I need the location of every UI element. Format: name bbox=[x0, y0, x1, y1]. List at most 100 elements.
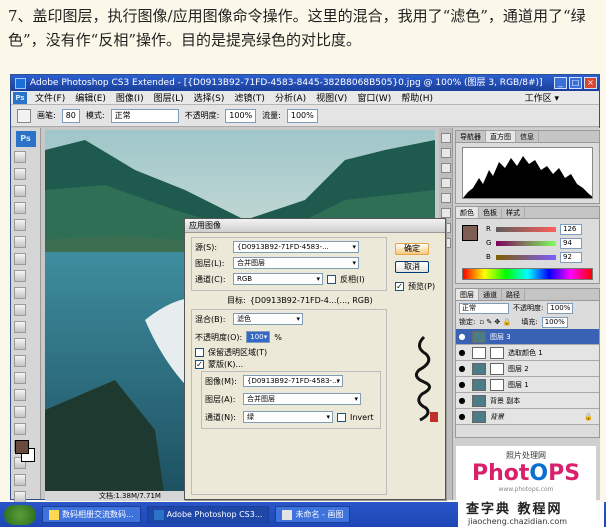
tab-info[interactable]: 信息 bbox=[516, 131, 539, 142]
tab-swatches[interactable]: 色板 bbox=[479, 207, 502, 218]
photoshop-icon bbox=[153, 509, 164, 520]
mask-invert-checkbox[interactable] bbox=[337, 412, 346, 422]
path-select-icon[interactable] bbox=[14, 423, 26, 435]
mask-image-select[interactable]: {D0913B92-71FD-4583-... bbox=[243, 375, 343, 387]
tab-color[interactable]: 颜色 bbox=[456, 207, 479, 218]
lasso-tool-icon[interactable] bbox=[14, 185, 26, 197]
layer-row[interactable]: ● 选取颜色 1 bbox=[456, 345, 599, 361]
stamp-tool-icon[interactable] bbox=[14, 287, 26, 299]
magic-wand-icon[interactable] bbox=[14, 202, 26, 214]
tab-navigator[interactable]: 导航器 bbox=[456, 131, 486, 142]
r-value[interactable]: 126 bbox=[560, 223, 582, 235]
eye-icon[interactable]: ● bbox=[456, 380, 468, 389]
taskbar-item[interactable]: 数码相册交流数码... bbox=[42, 506, 141, 523]
pen-tool-icon[interactable] bbox=[14, 389, 26, 401]
maximize-button[interactable]: □ bbox=[569, 77, 582, 89]
layer-comps-icon[interactable] bbox=[441, 178, 451, 188]
ok-button[interactable]: 确定 bbox=[395, 243, 429, 255]
dodge-tool-icon[interactable] bbox=[14, 372, 26, 384]
blend-mode-select[interactable]: 正常 bbox=[459, 302, 509, 314]
tab-histogram[interactable]: 直方图 bbox=[486, 131, 516, 142]
color-spectrum[interactable] bbox=[462, 268, 593, 280]
opacity-field[interactable]: 100% bbox=[225, 108, 257, 123]
menu-help[interactable]: 帮助(H) bbox=[396, 91, 438, 104]
layer-opacity-field[interactable]: 100% bbox=[547, 302, 574, 314]
brush-tool-icon[interactable] bbox=[14, 270, 26, 282]
character-panel-icon[interactable] bbox=[441, 208, 451, 218]
invert-checkbox[interactable] bbox=[327, 274, 336, 284]
r-slider[interactable] bbox=[496, 226, 556, 232]
eye-icon[interactable]: ● bbox=[456, 332, 468, 341]
layer-mask-thumbnail bbox=[490, 378, 504, 391]
layer-row[interactable]: ● 背景 🔒 bbox=[456, 409, 599, 425]
foreground-color-swatch[interactable] bbox=[15, 440, 29, 454]
preview-checkbox[interactable]: ✓ bbox=[395, 282, 404, 291]
marquee-tool-icon[interactable] bbox=[14, 168, 26, 180]
g-slider[interactable] bbox=[496, 240, 556, 246]
slice-tool-icon[interactable] bbox=[14, 236, 26, 248]
brush-size[interactable]: 80 bbox=[61, 108, 80, 123]
layer-select[interactable]: 合并图层 bbox=[233, 257, 359, 269]
crop-tool-icon[interactable] bbox=[14, 219, 26, 231]
eye-icon[interactable]: ● bbox=[456, 412, 468, 421]
menu-analysis[interactable]: 分析(A) bbox=[270, 91, 311, 104]
menu-layer[interactable]: 图层(L) bbox=[149, 91, 189, 104]
menu-image[interactable]: 图像(I) bbox=[111, 91, 149, 104]
blending-select[interactable]: 滤色 bbox=[233, 313, 303, 325]
opacity-input[interactable]: 100 bbox=[246, 331, 271, 343]
taskbar-item[interactable]: 未命名 - 画图 bbox=[275, 506, 351, 523]
menu-edit[interactable]: 编辑(E) bbox=[70, 91, 111, 104]
eyedropper-icon[interactable] bbox=[14, 474, 26, 486]
menu-window[interactable]: 窗口(W) bbox=[352, 91, 396, 104]
tab-layers[interactable]: 图层 bbox=[456, 289, 479, 300]
layer-row[interactable]: ● 图层 1 bbox=[456, 377, 599, 393]
layer-row[interactable]: ● 背景 副本 bbox=[456, 393, 599, 409]
healing-tool-icon[interactable] bbox=[14, 253, 26, 265]
b-slider[interactable] bbox=[496, 254, 556, 260]
taskbar-item[interactable]: Adobe Photoshop CS3... bbox=[146, 506, 270, 523]
menu-view[interactable]: 视图(V) bbox=[311, 91, 352, 104]
start-button[interactable] bbox=[4, 504, 36, 525]
type-tool-icon[interactable] bbox=[14, 406, 26, 418]
blur-tool-icon[interactable] bbox=[14, 355, 26, 367]
cancel-button[interactable]: 取消 bbox=[395, 261, 429, 273]
mode-select[interactable]: 正常 bbox=[110, 108, 179, 123]
layer-mask-thumbnail bbox=[490, 346, 504, 359]
brush-tool-icon[interactable] bbox=[17, 108, 31, 123]
tab-paths[interactable]: 路径 bbox=[502, 289, 525, 300]
actions-panel-icon[interactable] bbox=[441, 148, 451, 158]
source-select[interactable]: {D0913B92-71FD-4583-... bbox=[233, 241, 359, 253]
eraser-tool-icon[interactable] bbox=[14, 321, 26, 333]
menu-file[interactable]: 文件(F) bbox=[30, 91, 70, 104]
move-tool-icon[interactable] bbox=[14, 151, 26, 163]
b-value[interactable]: 92 bbox=[560, 251, 582, 263]
mask-checkbox[interactable]: ✓ bbox=[195, 360, 204, 369]
channel-select[interactable]: RGB bbox=[233, 273, 323, 285]
eye-icon[interactable]: ● bbox=[456, 364, 468, 373]
gradient-tool-icon[interactable] bbox=[14, 338, 26, 350]
mask-channel-select[interactable]: 绿 bbox=[243, 411, 333, 423]
history-brush-icon[interactable] bbox=[14, 304, 26, 316]
history-panel-icon[interactable] bbox=[441, 133, 451, 143]
g-value[interactable]: 94 bbox=[560, 237, 582, 249]
workspace-menu[interactable]: 工作区 ▾ bbox=[525, 91, 559, 104]
tool-presets-icon[interactable] bbox=[441, 163, 451, 173]
brushes-panel-icon[interactable] bbox=[441, 193, 451, 203]
layer-row[interactable]: ● 图层 3 bbox=[456, 329, 599, 345]
preserve-transparency-checkbox[interactable] bbox=[195, 348, 204, 357]
eye-icon[interactable]: ● bbox=[456, 348, 468, 357]
minimize-button[interactable]: _ bbox=[554, 77, 567, 89]
tab-channels[interactable]: 通道 bbox=[479, 289, 502, 300]
flow-field[interactable]: 100% bbox=[286, 108, 318, 123]
menu-filter[interactable]: 滤镜(T) bbox=[229, 91, 270, 104]
tab-styles[interactable]: 样式 bbox=[502, 207, 525, 218]
lock-icons[interactable]: ▫ ✎ ✥ 🔒 bbox=[479, 318, 517, 326]
fill-field[interactable]: 100% bbox=[541, 316, 568, 328]
layer-opacity-label: 不透明度: bbox=[513, 304, 544, 312]
mask-layer-select[interactable]: 合并图层 bbox=[243, 393, 361, 405]
eye-icon[interactable]: ● bbox=[456, 396, 468, 405]
layer-row[interactable]: ● 图层 2 bbox=[456, 361, 599, 377]
menu-select[interactable]: 选择(S) bbox=[189, 91, 230, 104]
color-chip[interactable] bbox=[462, 225, 478, 241]
close-button[interactable]: × bbox=[584, 77, 597, 89]
